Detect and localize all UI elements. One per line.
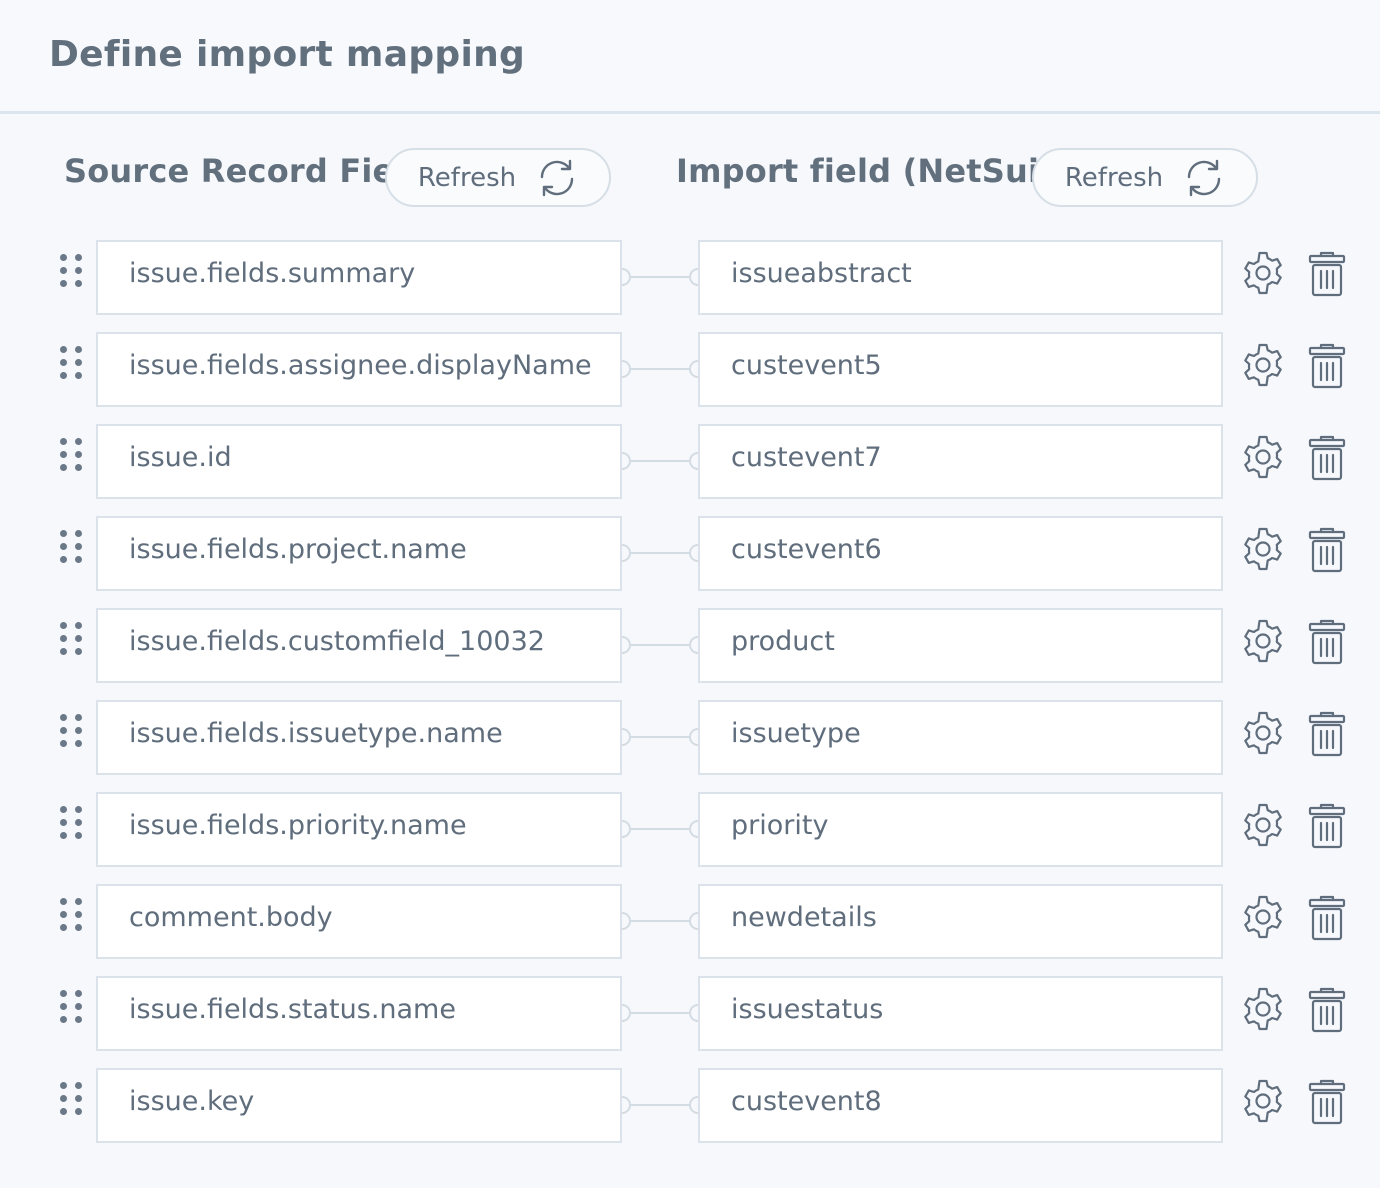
gear-icon[interactable] (1240, 526, 1286, 572)
drag-handle-icon[interactable] (60, 438, 84, 472)
gear-icon[interactable] (1240, 434, 1286, 480)
source-field-input[interactable]: issue.fields.assignee.displayName (96, 332, 622, 407)
trash-icon[interactable] (1306, 986, 1348, 1034)
gear-icon[interactable] (1240, 802, 1286, 848)
drag-handle-icon[interactable] (60, 806, 84, 840)
import-field-input[interactable]: custevent8 (698, 1068, 1223, 1143)
mapping-connector (621, 728, 699, 746)
trash-icon[interactable] (1306, 618, 1348, 666)
import-field-input[interactable]: issuestatus (698, 976, 1223, 1051)
gear-icon[interactable] (1240, 1078, 1286, 1124)
mapping-row: issue.fields.summary issueabstract (0, 240, 1380, 316)
gear-icon[interactable] (1240, 250, 1286, 296)
source-field-input[interactable]: comment.body (96, 884, 622, 959)
mapping-connector (621, 268, 699, 286)
import-field-input[interactable]: custevent7 (698, 424, 1223, 499)
source-refresh-label: Refresh (417, 162, 517, 193)
page-header: Define import mapping (0, 0, 1380, 114)
gear-icon[interactable] (1240, 986, 1286, 1032)
mapping-row: issue.fields.issuetype.name issuetype (0, 700, 1380, 776)
drag-handle-icon[interactable] (60, 898, 84, 932)
mapping-connector (621, 912, 699, 930)
source-field-input[interactable]: issue.fields.project.name (96, 516, 622, 591)
trash-icon[interactable] (1306, 342, 1348, 390)
mapping-row: issue.fields.customfield_10032 product (0, 608, 1380, 684)
trash-icon[interactable] (1306, 802, 1348, 850)
mapping-connector (621, 452, 699, 470)
trash-icon[interactable] (1306, 250, 1348, 298)
trash-icon[interactable] (1306, 894, 1348, 942)
source-refresh-button[interactable]: Refresh (385, 148, 611, 207)
refresh-icon (540, 159, 574, 196)
source-field-input[interactable]: issue.fields.issuetype.name (96, 700, 622, 775)
import-field-input[interactable]: custevent6 (698, 516, 1223, 591)
source-field-input[interactable]: issue.fields.priority.name (96, 792, 622, 867)
drag-handle-icon[interactable] (60, 714, 84, 748)
import-field-input[interactable]: priority (698, 792, 1223, 867)
mapping-connector (621, 544, 699, 562)
drag-handle-icon[interactable] (60, 990, 84, 1024)
mapping-connector (621, 1004, 699, 1022)
source-field-input[interactable]: issue.id (96, 424, 622, 499)
import-field-input[interactable]: product (698, 608, 1223, 683)
mapping-row: issue.id custevent7 (0, 424, 1380, 500)
trash-icon[interactable] (1306, 710, 1348, 758)
import-field-input[interactable]: newdetails (698, 884, 1223, 959)
mapping-connector (621, 820, 699, 838)
source-field-input[interactable]: issue.fields.summary (96, 240, 622, 315)
source-column-title: Source Record Field (64, 152, 429, 190)
trash-icon[interactable] (1306, 434, 1348, 482)
gear-icon[interactable] (1240, 894, 1286, 940)
import-field-input[interactable]: issueabstract (698, 240, 1223, 315)
drag-handle-icon[interactable] (60, 1082, 84, 1116)
import-field-input[interactable]: custevent5 (698, 332, 1223, 407)
trash-icon[interactable] (1306, 1078, 1348, 1126)
gear-icon[interactable] (1240, 618, 1286, 664)
mapping-row: issue.fields.project.name custevent6 (0, 516, 1380, 592)
gear-icon[interactable] (1240, 342, 1286, 388)
drag-handle-icon[interactable] (60, 346, 84, 380)
drag-handle-icon[interactable] (60, 622, 84, 656)
drag-handle-icon[interactable] (60, 254, 84, 288)
mapping-connector (621, 1096, 699, 1114)
mapping-row: issue.fields.assignee.displayName custev… (0, 332, 1380, 408)
mapping-row: comment.body newdetails (0, 884, 1380, 960)
mapping-row: issue.fields.status.name issuestatus (0, 976, 1380, 1052)
mapping-row: issue.fields.priority.name priority (0, 792, 1380, 868)
import-field-input[interactable]: issuetype (698, 700, 1223, 775)
mapping-row: issue.key custevent8 (0, 1068, 1380, 1144)
import-refresh-button[interactable]: Refresh (1032, 148, 1258, 207)
source-field-input[interactable]: issue.fields.status.name (96, 976, 622, 1051)
import-column-title: Import field (NetSuite) (676, 152, 1092, 190)
page-title: Define import mapping (49, 34, 526, 75)
drag-handle-icon[interactable] (60, 530, 84, 564)
refresh-icon (1187, 159, 1221, 196)
trash-icon[interactable] (1306, 526, 1348, 574)
mapping-connector (621, 360, 699, 378)
source-field-input[interactable]: issue.fields.customfield_10032 (96, 608, 622, 683)
source-field-input[interactable]: issue.key (96, 1068, 622, 1143)
gear-icon[interactable] (1240, 710, 1286, 756)
import-refresh-label: Refresh (1064, 162, 1164, 193)
mapping-connector (621, 636, 699, 654)
